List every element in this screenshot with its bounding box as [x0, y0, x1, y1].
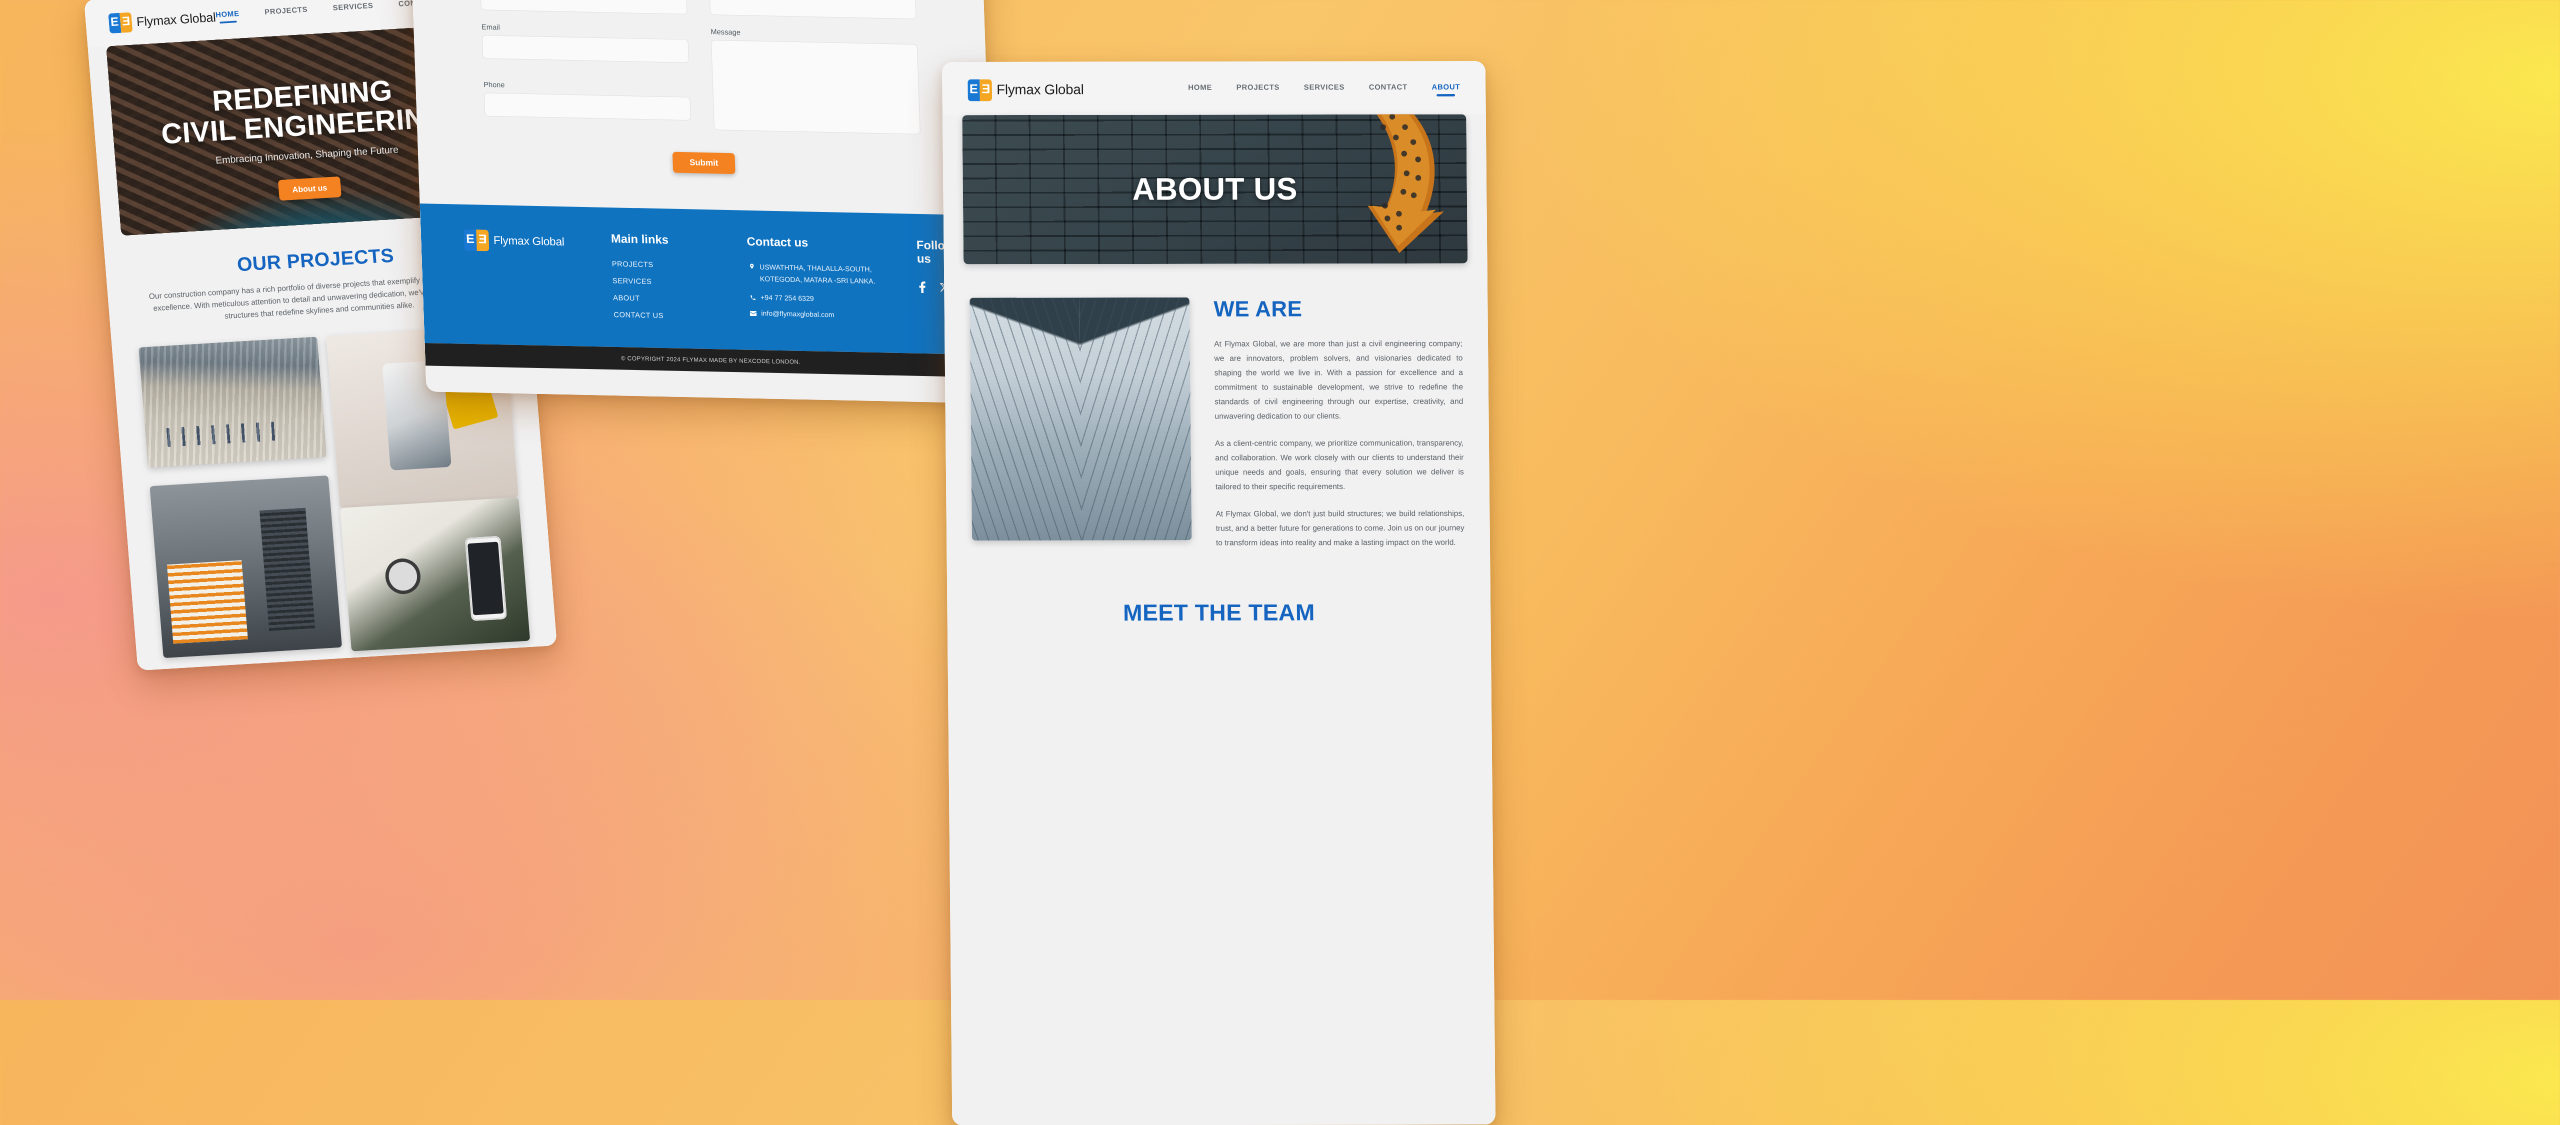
- name-input[interactable]: [480, 0, 688, 15]
- message-label: Message: [710, 27, 741, 37]
- nav-item-services[interactable]: SERVICES: [332, 1, 373, 12]
- nav-label: SERVICES: [1303, 82, 1345, 92]
- meet-the-team-title: MEET THE TEAM: [1122, 599, 1315, 626]
- nav-label: PROJECTS: [264, 4, 308, 17]
- message-field-group: Message: [710, 27, 921, 135]
- footer-phone: +94 77 254 6329: [760, 293, 815, 303]
- nav-label: HOME: [1188, 82, 1213, 92]
- nav-item-projects[interactable]: PROJECTS: [264, 5, 308, 16]
- hero-subtitle: Embracing Innovation, Shaping the Future: [215, 144, 399, 166]
- nav-label: PROJECTS: [1236, 82, 1280, 92]
- name-field-group: Name: [480, 0, 688, 15]
- orange-arrow-sign-icon: [1367, 114, 1445, 254]
- project-image-3[interactable]: [149, 475, 343, 658]
- about-page-mockup: E Ǝ Flymax Global HOME PROJECTS SERVICES…: [942, 61, 1496, 1125]
- facebook-icon[interactable]: [918, 281, 928, 296]
- footer-main-links-col: Main links PROJECTS SERVICES ABOUT CONTA…: [611, 232, 722, 321]
- contact-form: Name Subject Email Message Phone: [411, 0, 989, 136]
- footer-link-services[interactable]: SERVICES: [612, 277, 720, 288]
- nav-item-services[interactable]: SERVICES: [1304, 83, 1345, 92]
- about-paragraph-1: At Flymax Global, we are more than just …: [1214, 339, 1464, 421]
- phone-icon: [749, 294, 757, 302]
- footer-contact-col: Contact us USWATHTHA, THALALLA-SOUTH, KO…: [747, 235, 891, 324]
- about-hero-title: ABOUT US: [1132, 171, 1298, 207]
- about-navbar: E Ǝ Flymax Global HOME PROJECTS SERVICES…: [942, 61, 1486, 116]
- we-are-title: WE ARE: [1213, 297, 1303, 322]
- phone-label: Phone: [483, 80, 505, 90]
- email-label: Email: [481, 22, 501, 32]
- footer-brand[interactable]: E Ǝ Flymax Global: [463, 229, 584, 253]
- nav-active-underline: [219, 20, 237, 24]
- project-image-4[interactable]: [340, 497, 531, 652]
- mockup-stage: E Ǝ Flymax Global HOME PROJECTS SERVICES…: [0, 0, 2560, 1125]
- flymax-logo-icon: E Ǝ: [463, 229, 490, 252]
- footer-email: info@flymaxglobal.com: [761, 309, 835, 320]
- nav-item-home[interactable]: HOME: [1188, 83, 1212, 92]
- nav-label: HOME: [215, 9, 240, 20]
- footer-main-links-title: Main links: [610, 232, 669, 247]
- location-pin-icon: [747, 261, 755, 271]
- nav-active-underline: [1436, 94, 1456, 97]
- about-nav-links: HOME PROJECTS SERVICES CONTACT ABOUT: [1188, 82, 1461, 97]
- footer-brand-name: Flymax Global: [493, 234, 565, 249]
- logo-letter-right: Ǝ: [476, 229, 490, 252]
- subject-field-group: Subject: [709, 0, 917, 20]
- about-paragraph-2: As a client-centric company, we prioriti…: [1214, 438, 1464, 491]
- projects-see-all-button[interactable]: See all: [321, 664, 377, 671]
- footer-link-about[interactable]: ABOUT: [613, 293, 721, 304]
- services-contact-page-mockup: From initial concept to final completion…: [396, 0, 998, 404]
- logo-letter-right: Ǝ: [979, 79, 993, 102]
- nav-label: ABOUT: [1431, 82, 1461, 92]
- phone-input[interactable]: [483, 92, 692, 121]
- flymax-logo-icon: E Ǝ: [967, 79, 993, 102]
- meet-the-team-section: MEET THE TEAM: [947, 550, 1491, 627]
- brand-logo[interactable]: E Ǝ Flymax Global: [967, 79, 1084, 102]
- footer-email-row[interactable]: info@flymaxglobal.com: [749, 309, 891, 320]
- nav-label: SERVICES: [332, 1, 374, 13]
- phone-field-group: Phone: [483, 80, 692, 129]
- hero-title-line2: CIVIL ENGINEERING: [160, 100, 450, 151]
- brand-name: Flymax Global: [996, 81, 1084, 98]
- services-contact-page: From initial concept to final completion…: [396, 0, 998, 404]
- logo-letter-left: E: [967, 79, 980, 102]
- nav-item-home[interactable]: HOME: [215, 9, 240, 24]
- about-hero-banner: ABOUT US: [962, 114, 1468, 265]
- message-textarea[interactable]: [710, 39, 921, 135]
- nav-label: CONTACT: [1368, 82, 1408, 92]
- brand-logo[interactable]: E Ǝ Flymax Global: [108, 7, 217, 34]
- mail-icon: [749, 309, 757, 317]
- flymax-logo-icon: E Ǝ: [108, 12, 133, 34]
- hero-about-us-button[interactable]: About us: [277, 176, 342, 201]
- brand-name: Flymax Global: [135, 9, 217, 29]
- footer-brand-col: E Ǝ Flymax Global: [463, 229, 586, 318]
- we-are-image: [969, 297, 1192, 541]
- about-page: E Ǝ Flymax Global HOME PROJECTS SERVICES…: [942, 61, 1496, 1125]
- footer-phone-row[interactable]: +94 77 254 6329: [749, 294, 891, 305]
- project-image-1[interactable]: [138, 336, 327, 468]
- nav-item-about[interactable]: ABOUT: [1431, 82, 1461, 97]
- footer-link-projects[interactable]: PROJECTS: [612, 260, 720, 271]
- logo-letter-right: Ǝ: [119, 12, 133, 33]
- email-input[interactable]: [481, 35, 690, 64]
- nav-item-projects[interactable]: PROJECTS: [1236, 83, 1279, 92]
- nav-item-contact[interactable]: CONTACT: [1369, 83, 1408, 92]
- subject-input[interactable]: [709, 0, 917, 20]
- we-are-text: WE ARE At Flymax Global, we are more tha…: [1214, 297, 1465, 550]
- email-field-group: Email: [481, 22, 690, 72]
- we-are-section: WE ARE At Flymax Global, we are more tha…: [944, 263, 1490, 550]
- site-footer: E Ǝ Flymax Global Main links PROJECTS SE…: [419, 203, 997, 356]
- logo-letter-left: E: [463, 229, 477, 252]
- footer-link-contact-us[interactable]: CONTACT US: [613, 310, 721, 321]
- about-paragraph-3: At Flymax Global, we don't just build st…: [1215, 508, 1465, 547]
- footer-address-row: USWATHTHA, THALALLA-SOUTH, KOTEGODA, MAT…: [747, 261, 889, 287]
- submit-button[interactable]: Submit: [672, 151, 736, 175]
- footer-address: USWATHTHA, THALALLA-SOUTH, KOTEGODA, MAT…: [759, 263, 876, 286]
- footer-contact-title: Contact us: [746, 235, 809, 250]
